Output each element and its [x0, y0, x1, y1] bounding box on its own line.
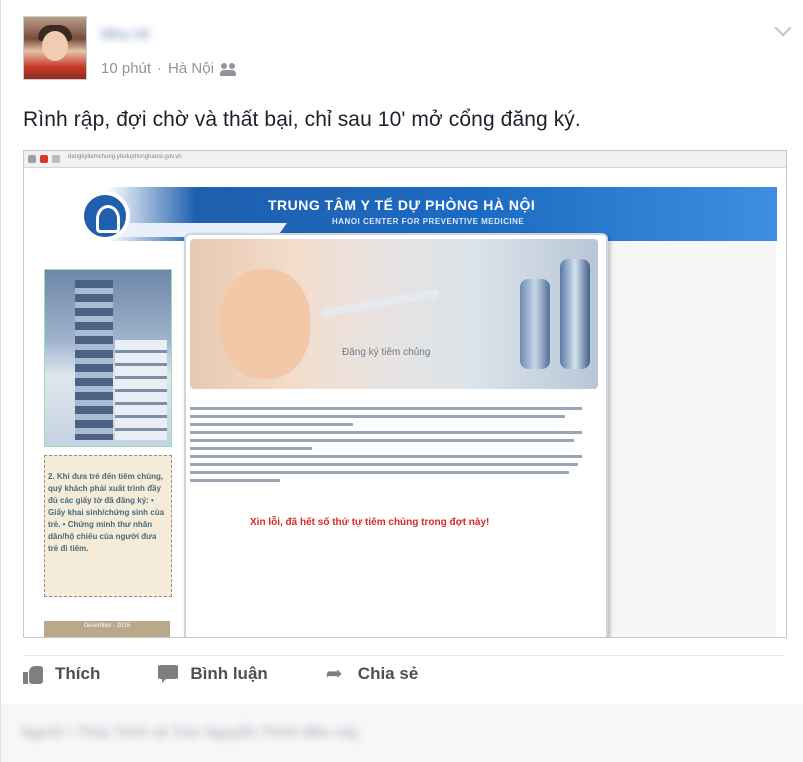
post-actions: Thích Bình luận ➦ Chia sẻ: [23, 664, 418, 684]
thumbs-up-icon: [23, 664, 43, 684]
vaccination-hero-image: [190, 239, 598, 389]
like-button[interactable]: Thích: [23, 664, 100, 684]
site-logo: [80, 191, 130, 241]
post-card: Nhu Hi 10 phút · Hà Nội Rình rập, đợi ch…: [0, 0, 803, 762]
like-label: Thích: [55, 664, 101, 683]
chevron-down-icon[interactable]: [774, 19, 792, 37]
reload-icon: [40, 155, 48, 163]
post-time[interactable]: 10 phút: [101, 60, 151, 77]
hero-label: Đăng ký tiêm chủng: [342, 347, 431, 358]
url-bar: dangkytiemchung.yteduphonghanoi.gov.vn: [68, 154, 182, 160]
avatar-face: [42, 31, 68, 61]
site-title: TRUNG TÂM Y TẾ DỰ PHÒNG HÀ NỘI: [268, 197, 536, 213]
site-subtitle: HANOI CENTER FOR PREVENTIVE MEDICINE: [332, 217, 525, 226]
sidebar-footer: December - 2015: [44, 621, 170, 637]
home-icon: [52, 155, 60, 163]
divider: [23, 655, 785, 656]
sidebar-text: 2. Khi đưa trẻ đến tiêm chủng, quý khách…: [48, 472, 165, 553]
comment-icon: [158, 665, 179, 683]
post-meta: 10 phút · Hà Nội: [101, 60, 238, 77]
browser-bar: dangkytiemchung.yteduphonghanoi.gov.vn: [24, 151, 786, 168]
friends-icon[interactable]: [219, 62, 238, 76]
post-text: Rình rập, đợi chờ và thất bại, chỉ sau 1…: [23, 108, 581, 131]
author-avatar[interactable]: [23, 16, 87, 80]
share-label: Chia sẻ: [357, 664, 419, 683]
right-pane: [606, 241, 776, 637]
error-message: Xin lỗi, đã hết số thứ tự tiêm chủng tro…: [250, 517, 490, 528]
share-icon: ➦: [325, 663, 343, 685]
building-photo: [44, 269, 172, 447]
notice-text: [190, 407, 598, 487]
back-icon: [28, 155, 36, 163]
post-location[interactable]: Hà Nội: [168, 60, 214, 77]
post-image[interactable]: dangkytiemchung.yteduphonghanoi.gov.vn T…: [23, 150, 787, 638]
share-button[interactable]: ➦ Chia sẻ: [326, 664, 418, 684]
author-name[interactable]: Nhu Hi: [101, 26, 191, 44]
comment-label: Bình luận: [190, 664, 268, 683]
comment-button[interactable]: Bình luận: [158, 664, 268, 684]
meta-separator: ·: [157, 60, 163, 77]
reactions-summary[interactable]: Người • Thủy Trinh và Trúc Nguyễn Thích …: [21, 724, 491, 742]
